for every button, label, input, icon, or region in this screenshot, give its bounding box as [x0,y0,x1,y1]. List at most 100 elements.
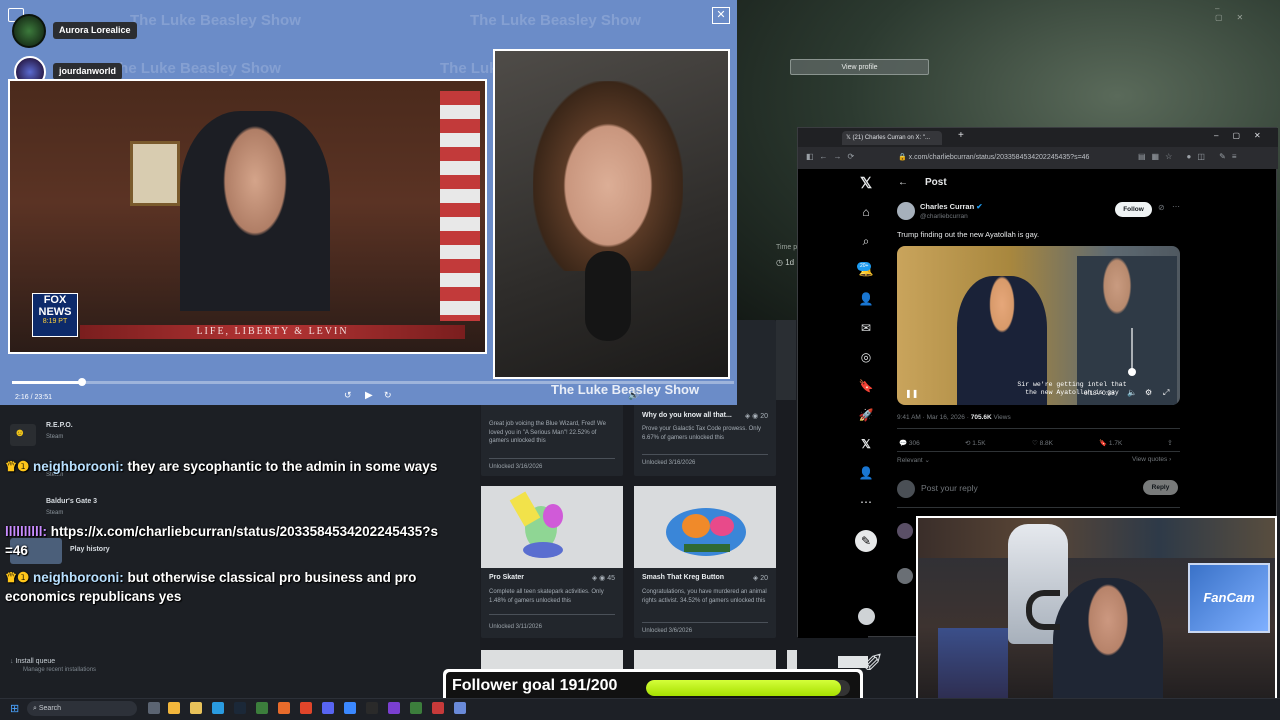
toolbar-icons[interactable]: ▤▦☆ ●◫ ✎≡ [1138,152,1243,161]
edge-icon[interactable] [212,702,224,714]
author-name[interactable]: Charles Curran ✔ [920,202,983,211]
divider [642,454,768,455]
play-icon[interactable]: ▶ [365,390,373,401]
volume-icon[interactable]: 🔊 [628,390,639,401]
divider [489,614,615,615]
close-button[interactable]: ✕ [712,7,730,24]
volume-slider-handle[interactable] [1128,368,1136,376]
more-icon[interactable]: ⋯ [856,492,876,512]
game-platform: Steam [46,434,64,440]
guest-figure [533,81,683,271]
install-queue[interactable]: ↓ Install queue Manage recent installati… [10,658,96,673]
rewind-icon[interactable]: ↺ [344,390,352,401]
forward-icon[interactable]: ↻ [384,390,392,401]
steam-icon[interactable] [234,702,246,714]
premium-icon[interactable]: 𝕏 [856,434,876,454]
library-item-repo[interactable]: ☻ R.E.P.O. Steam [10,420,210,456]
windows-start-icon[interactable]: ⊞ [10,702,19,715]
follower-goal-label: Follower goal 191/200 [452,677,618,694]
achievement-points: ◈ ◉ 45 [591,575,615,582]
app-icon[interactable] [432,702,444,714]
post-video[interactable]: Sir we're getting intel that the new Aya… [897,246,1180,405]
post-meta: 9:41 AM · Mar 16, 2026 · 705.6K Views [897,414,1011,421]
xbox-icon[interactable] [256,702,268,714]
volume-slider[interactable] [1131,328,1133,373]
app-icon[interactable] [388,702,400,714]
fancam-sign: FanCam [1188,563,1270,633]
browser-tab[interactable]: 𝕏 (21) Charles Curran on X: "... [842,131,942,145]
fullscreen-icon[interactable]: ⤢ [1163,388,1169,398]
home-icon[interactable]: ⌂ [856,202,876,222]
chat-message: ♛❶ neighborooni: they are sycophantic to… [5,457,440,476]
achievement-title: Smash That Kreg Button [642,574,725,581]
achievement-card[interactable] [634,650,776,670]
x-home-logo-icon[interactable]: 𝕏 [856,174,876,194]
grok-explain-icon[interactable]: ⊘ [1158,203,1165,212]
grok-icon[interactable]: ◎ [856,347,876,367]
discord-icon[interactable] [322,702,334,714]
reply-button[interactable]: Reply [1143,480,1178,495]
author-avatar[interactable] [897,202,915,220]
view-quotes-link[interactable]: View quotes › [1132,456,1171,463]
caption-line: the new Ayatollah is gay [1025,389,1119,396]
repost-count[interactable]: ⟲ 1.5K [965,439,986,447]
seek-bar-handle[interactable] [78,378,87,386]
file-explorer-icon[interactable] [190,702,202,714]
achievement-description: Complete all teen skatepark activities. … [489,589,604,604]
chat-username: neighborooni: [32,570,124,585]
view-count: 705.6K [970,414,992,421]
achievement-title: Why do you know all that... [642,412,732,419]
achievement-card[interactable]: Smash That Kreg Button ◈ 20 Congratulati… [634,486,776,638]
view-profile-button[interactable]: View profile [790,59,929,75]
profile-icon[interactable]: 👤 [856,463,876,483]
like-count[interactable]: ♡ 8.8K [1032,439,1053,447]
app-icon[interactable] [344,702,356,714]
xbox-icon[interactable] [410,702,422,714]
video-feed-right [493,49,730,379]
fox-news-logo: FOX NEWS 8:19 PT [32,293,78,337]
collectibles-shelf [918,518,1275,558]
bookmarks-icon[interactable]: 🔖 [856,376,876,396]
messages-icon[interactable]: ✉ [856,318,876,338]
taskbar-search[interactable]: ⌕ Search [27,701,137,716]
search-icon[interactable]: ⌕ [856,231,876,251]
share-icon[interactable]: ⇪ [1167,439,1173,447]
back-arrow-icon[interactable]: ← [898,177,908,188]
url-field[interactable]: 🔒 x.com/charliebcurran/status/2033584534… [898,150,1128,166]
obs-icon[interactable] [366,702,378,714]
window-controls[interactable]: –▢✕ [1214,131,1275,140]
seek-bar[interactable] [12,381,734,384]
settings-icon[interactable]: ⚙ [1145,388,1152,397]
brave-icon[interactable] [300,702,312,714]
streamer-figure [1053,578,1163,716]
chrome-icon[interactable] [168,702,180,714]
pause-icon[interactable]: ❚❚ [905,389,918,398]
reply-count[interactable]: 💬 306 [899,439,920,447]
volume-icon[interactable]: 🔈 [1127,388,1137,397]
sort-relevant[interactable]: Relevant ⌄ [897,456,930,464]
divider [897,451,1180,452]
reply-input[interactable]: Post your reply [921,483,1111,493]
game-thumbnail: ☻ [10,424,36,446]
bookmark-count[interactable]: 🔖 1.7K [1099,439,1122,447]
tab-bar: 𝕏 (21) Charles Curran on X: "... + –▢✕ [798,128,1278,147]
task-view-icon[interactable] [148,702,160,714]
achievement-title: Pro Skater [489,574,525,581]
app-icon[interactable] [454,702,466,714]
account-avatar[interactable] [858,608,875,625]
achievement-points: ◈ 20 [752,575,768,582]
achievement-card[interactable] [481,650,623,670]
firefox-icon[interactable] [278,702,290,714]
nav-buttons[interactable]: ◧←→⟳ [806,152,860,161]
rocket-icon[interactable]: 🚀 [856,405,876,425]
new-tab-button[interactable]: + [958,130,964,141]
game-name: Baldur's Gate 3 [46,498,98,505]
compose-post-icon[interactable]: ✎ [855,530,877,552]
seek-bar-fill [12,381,83,384]
achievement-card[interactable]: Pro Skater ◈ ◉ 45 Complete all teen skat… [481,486,623,638]
follow-button[interactable]: Follow [1115,202,1152,217]
follow-people-icon[interactable]: 👤 [856,289,876,309]
achievement-card-edge [776,320,796,400]
post-more-icon[interactable]: ⋯ [1172,202,1180,211]
achievement-card[interactable] [787,650,797,670]
